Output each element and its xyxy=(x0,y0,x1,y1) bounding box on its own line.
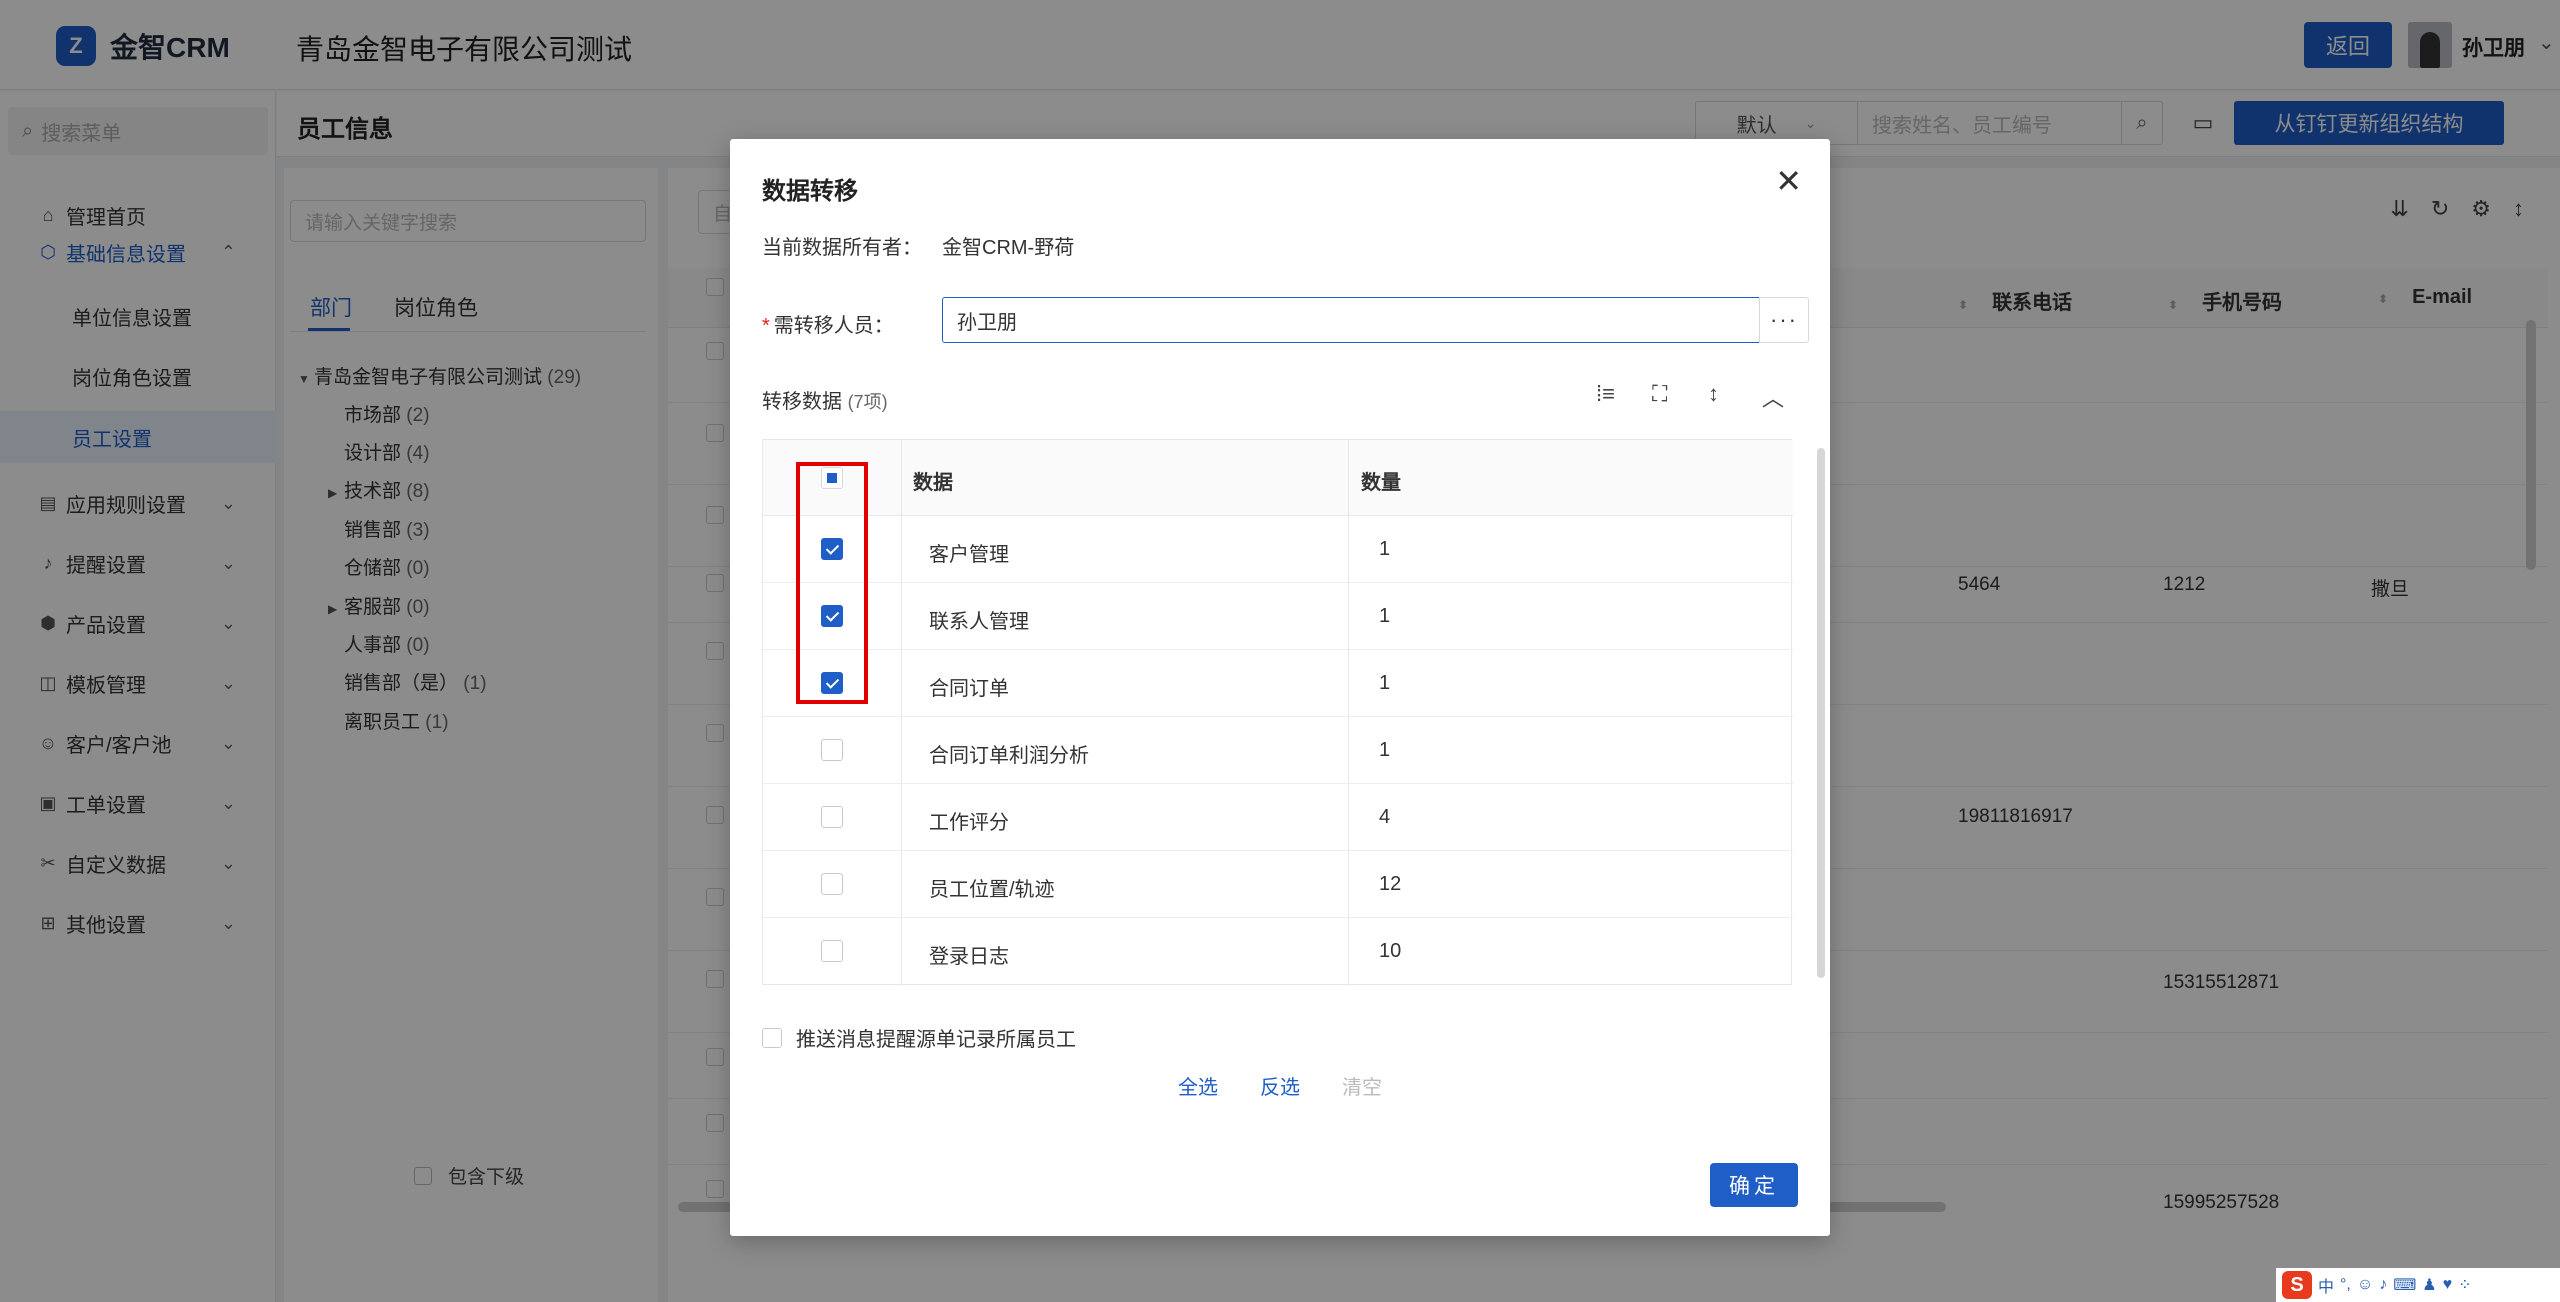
row-data-name: 合同订单 xyxy=(929,678,1009,700)
more-icon[interactable]: ··· xyxy=(1759,297,1809,343)
column-header-qty: 数量 xyxy=(1361,472,1401,494)
table-scrollbar[interactable] xyxy=(1817,448,1825,978)
transfer-data-title: 转移数据 (7项) xyxy=(762,391,888,413)
row-height-icon[interactable]: ⁞≡ xyxy=(1596,381,1615,407)
row-checkbox[interactable] xyxy=(821,940,843,962)
transfer-data-table: 数据 数量 客户管理 1 联系人管理 1 合同订单 1 合同订单利润分析 1 工… xyxy=(762,439,1825,986)
toolbox-icon[interactable]: ⁘ xyxy=(2458,1275,2471,1295)
data-transfer-dialog: 数据转移 ✕ 当前数据所有者： 金智CRM-野荷 * 需转移人员： 孙卫朋 ···… xyxy=(730,139,1830,1236)
table-row[interactable]: 登录日志 10 xyxy=(763,918,1793,985)
voice-icon[interactable]: ♪ xyxy=(2379,1276,2387,1294)
owner-value: 金智CRM-野荷 xyxy=(942,237,1075,259)
table-row[interactable]: 客户管理 1 xyxy=(763,516,1793,583)
column-header-data: 数据 xyxy=(913,472,953,494)
transfer-person-input[interactable]: 孙卫朋 xyxy=(942,297,1760,343)
row-data-name: 工作评分 xyxy=(929,812,1009,834)
row-data-name: 员工位置/轨迹 xyxy=(929,879,1055,901)
row-checkbox[interactable] xyxy=(821,873,843,895)
row-data-name: 登录日志 xyxy=(929,946,1009,968)
dialog-title: 数据转移 xyxy=(762,178,858,205)
row-qty: 1 xyxy=(1379,672,1391,694)
transfer-person-label: * 需转移人员： xyxy=(762,315,894,337)
chevron-up-icon[interactable]: ︿ xyxy=(1762,381,1784,413)
row-checkbox[interactable] xyxy=(821,806,843,828)
row-qty: 1 xyxy=(1379,605,1391,627)
highlight-annotation xyxy=(796,462,868,704)
close-icon[interactable]: ✕ xyxy=(1775,165,1802,197)
table-row[interactable]: 工作评分 4 xyxy=(763,784,1793,851)
table-header: 数据 数量 xyxy=(763,440,1793,516)
row-qty: 4 xyxy=(1379,806,1391,828)
row-data-name: 合同订单利润分析 xyxy=(929,745,1089,767)
keyboard-icon[interactable]: ⌨ xyxy=(2393,1275,2416,1295)
select-all-link[interactable]: 全选 xyxy=(1178,1071,1218,1100)
row-data-name: 客户管理 xyxy=(929,544,1009,566)
push-notify-label: 推送消息提醒源单记录所属员工 xyxy=(796,1029,1076,1051)
ime-mode[interactable]: 中 xyxy=(2318,1273,2334,1297)
user-icon[interactable]: ♟ xyxy=(2422,1275,2436,1295)
skin-icon[interactable]: ♥ xyxy=(2443,1276,2453,1294)
push-notify-checkbox[interactable]: 推送消息提醒源单记录所属员工 xyxy=(762,1023,1076,1052)
row-qty: 10 xyxy=(1379,940,1402,962)
owner-label: 当前数据所有者： xyxy=(762,237,922,259)
table-row[interactable]: 合同订单 1 xyxy=(763,650,1793,717)
checkbox[interactable] xyxy=(762,1027,782,1048)
row-qty: 1 xyxy=(1379,538,1391,560)
emoji-icon[interactable]: ☺ xyxy=(2357,1276,2373,1294)
table-row[interactable]: 联系人管理 1 xyxy=(763,583,1793,650)
sogou-logo-icon[interactable]: S xyxy=(2282,1271,2312,1299)
row-data-name: 联系人管理 xyxy=(929,611,1029,633)
expand-vertical-icon[interactable]: ↕ xyxy=(1708,381,1719,407)
required-mark: * xyxy=(762,315,770,337)
row-qty: 12 xyxy=(1379,873,1402,895)
row-checkbox[interactable] xyxy=(821,739,843,761)
table-row[interactable]: 合同订单利润分析 1 xyxy=(763,717,1793,784)
punctuation-icon[interactable]: °, xyxy=(2340,1276,2351,1294)
invert-selection-link[interactable]: 反选 xyxy=(1260,1071,1300,1100)
ime-toolbar: S 中 °, ☺ ♪ ⌨ ♟ ♥ ⁘ xyxy=(2276,1268,2560,1302)
confirm-button[interactable]: 确定 xyxy=(1710,1163,1798,1207)
table-row[interactable]: 员工位置/轨迹 12 xyxy=(763,851,1793,918)
row-qty: 1 xyxy=(1379,739,1391,761)
fullscreen-icon[interactable]: ⛶ xyxy=(1652,381,1667,407)
clear-link[interactable]: 清空 xyxy=(1342,1071,1382,1100)
